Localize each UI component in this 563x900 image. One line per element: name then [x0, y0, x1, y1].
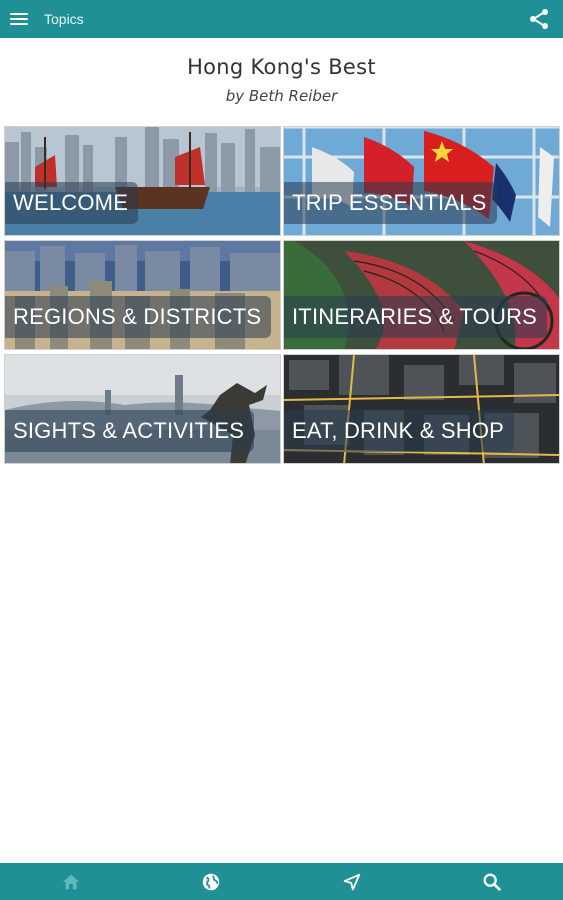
page-heading: Hong Kong's Best by Beth Reiber — [0, 55, 563, 105]
navigation-icon[interactable] — [341, 871, 363, 893]
tile-eat-drink-shop[interactable]: EAT, DRINK & SHOP — [283, 354, 560, 464]
search-icon[interactable] — [481, 871, 503, 893]
home-icon[interactable] — [60, 871, 82, 893]
app-bar: Topics — [0, 0, 563, 38]
tile-trip-essentials[interactable]: TRIP ESSENTIALS — [283, 126, 560, 236]
tile-label: REGIONS & DISTRICTS — [5, 296, 272, 338]
tile-label: SIGHTS & ACTIVITIES — [5, 410, 255, 452]
menu-icon — [10, 12, 28, 26]
tile-itineraries-tours[interactable]: ITINERARIES & TOURS — [283, 240, 560, 350]
tile-welcome[interactable]: WELCOME — [4, 126, 281, 236]
tile-label: ITINERARIES & TOURS — [284, 296, 548, 338]
tile-label: TRIP ESSENTIALS — [284, 182, 497, 224]
menu-button[interactable] — [0, 0, 38, 38]
tile-label: WELCOME — [5, 182, 139, 224]
share-icon[interactable] — [527, 7, 551, 31]
tile-regions-districts[interactable]: REGIONS & DISTRICTS — [4, 240, 281, 350]
app-bar-title: Topics — [44, 11, 84, 27]
author-byline: by Beth Reiber — [225, 87, 338, 105]
tile-label: EAT, DRINK & SHOP — [284, 410, 515, 452]
page-title: Hong Kong's Best — [187, 55, 376, 79]
globe-icon[interactable] — [200, 871, 222, 893]
tile-sights-activities[interactable]: SIGHTS & ACTIVITIES — [4, 354, 281, 464]
bottom-navigation — [0, 863, 563, 900]
